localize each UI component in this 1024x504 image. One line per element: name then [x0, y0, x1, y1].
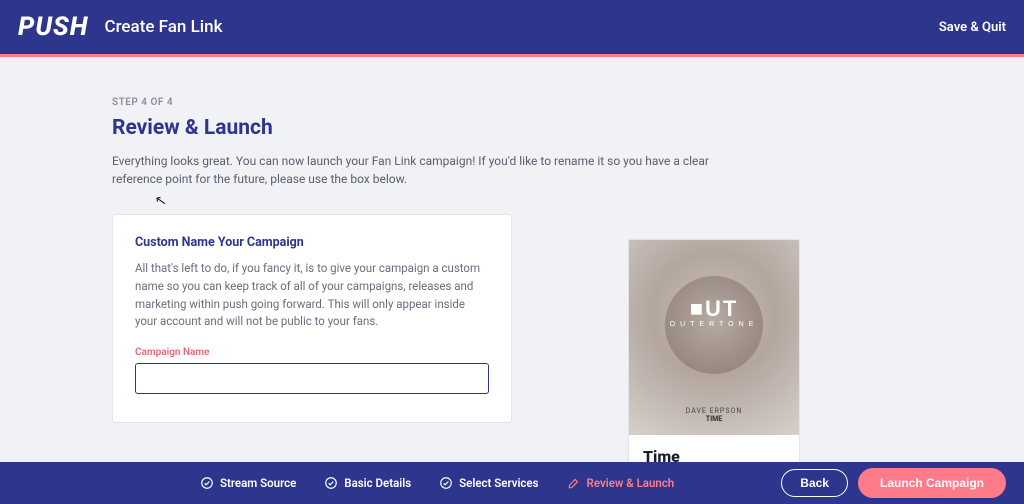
artwork-logo: ■UT OUTERTONE: [629, 296, 799, 328]
check-circle-icon: [200, 476, 214, 490]
artwork-caption-artist: DAVE ERPSON: [629, 407, 799, 415]
card-title: Custom Name Your Campaign: [135, 235, 489, 250]
page-header-title: Create Fan Link: [104, 17, 222, 37]
bottom-bar: Stream Source Basic Details Select Servi…: [0, 462, 1024, 504]
step-label: Select Services: [459, 476, 538, 490]
step-label: Basic Details: [344, 476, 411, 490]
logo: PUSH: [18, 12, 88, 42]
edit-icon: [567, 476, 581, 490]
page-description: Everything looks great. You can now laun…: [112, 152, 732, 188]
check-circle-icon: [324, 476, 338, 490]
campaign-name-label: Campaign Name: [135, 347, 489, 358]
artwork-logo-big: ■UT: [629, 296, 799, 322]
step-indicator: STEP 4 OF 4: [112, 97, 732, 108]
card-description: All that's left to do, if you fancy it, …: [135, 260, 489, 331]
campaign-name-input[interactable]: [135, 363, 489, 394]
step-label: Review & Launch: [587, 476, 675, 490]
save-quit-link[interactable]: Save & Quit: [939, 20, 1006, 35]
page-title: Review & Launch: [112, 116, 732, 140]
back-button[interactable]: Back: [781, 469, 848, 497]
step-basic-details[interactable]: Basic Details: [324, 476, 411, 490]
header: PUSH Create Fan Link Save & Quit: [0, 0, 1024, 54]
check-circle-icon: [439, 476, 453, 490]
artwork: ■UT OUTERTONE DAVE ERPSON TIME: [629, 240, 799, 435]
launch-campaign-button[interactable]: Launch Campaign: [858, 468, 1006, 498]
step-stream-source[interactable]: Stream Source: [200, 476, 296, 490]
content: STEP 4 OF 4 Review & Launch Everything l…: [0, 57, 1024, 423]
step-label: Stream Source: [220, 476, 296, 490]
artwork-logo-sub: OUTERTONE: [629, 321, 799, 328]
custom-name-card: Custom Name Your Campaign All that's lef…: [112, 214, 512, 423]
artwork-caption: DAVE ERPSON TIME: [629, 407, 799, 423]
step-select-services[interactable]: Select Services: [439, 476, 538, 490]
artwork-caption-title: TIME: [629, 415, 799, 423]
step-review-launch[interactable]: Review & Launch: [567, 476, 675, 490]
